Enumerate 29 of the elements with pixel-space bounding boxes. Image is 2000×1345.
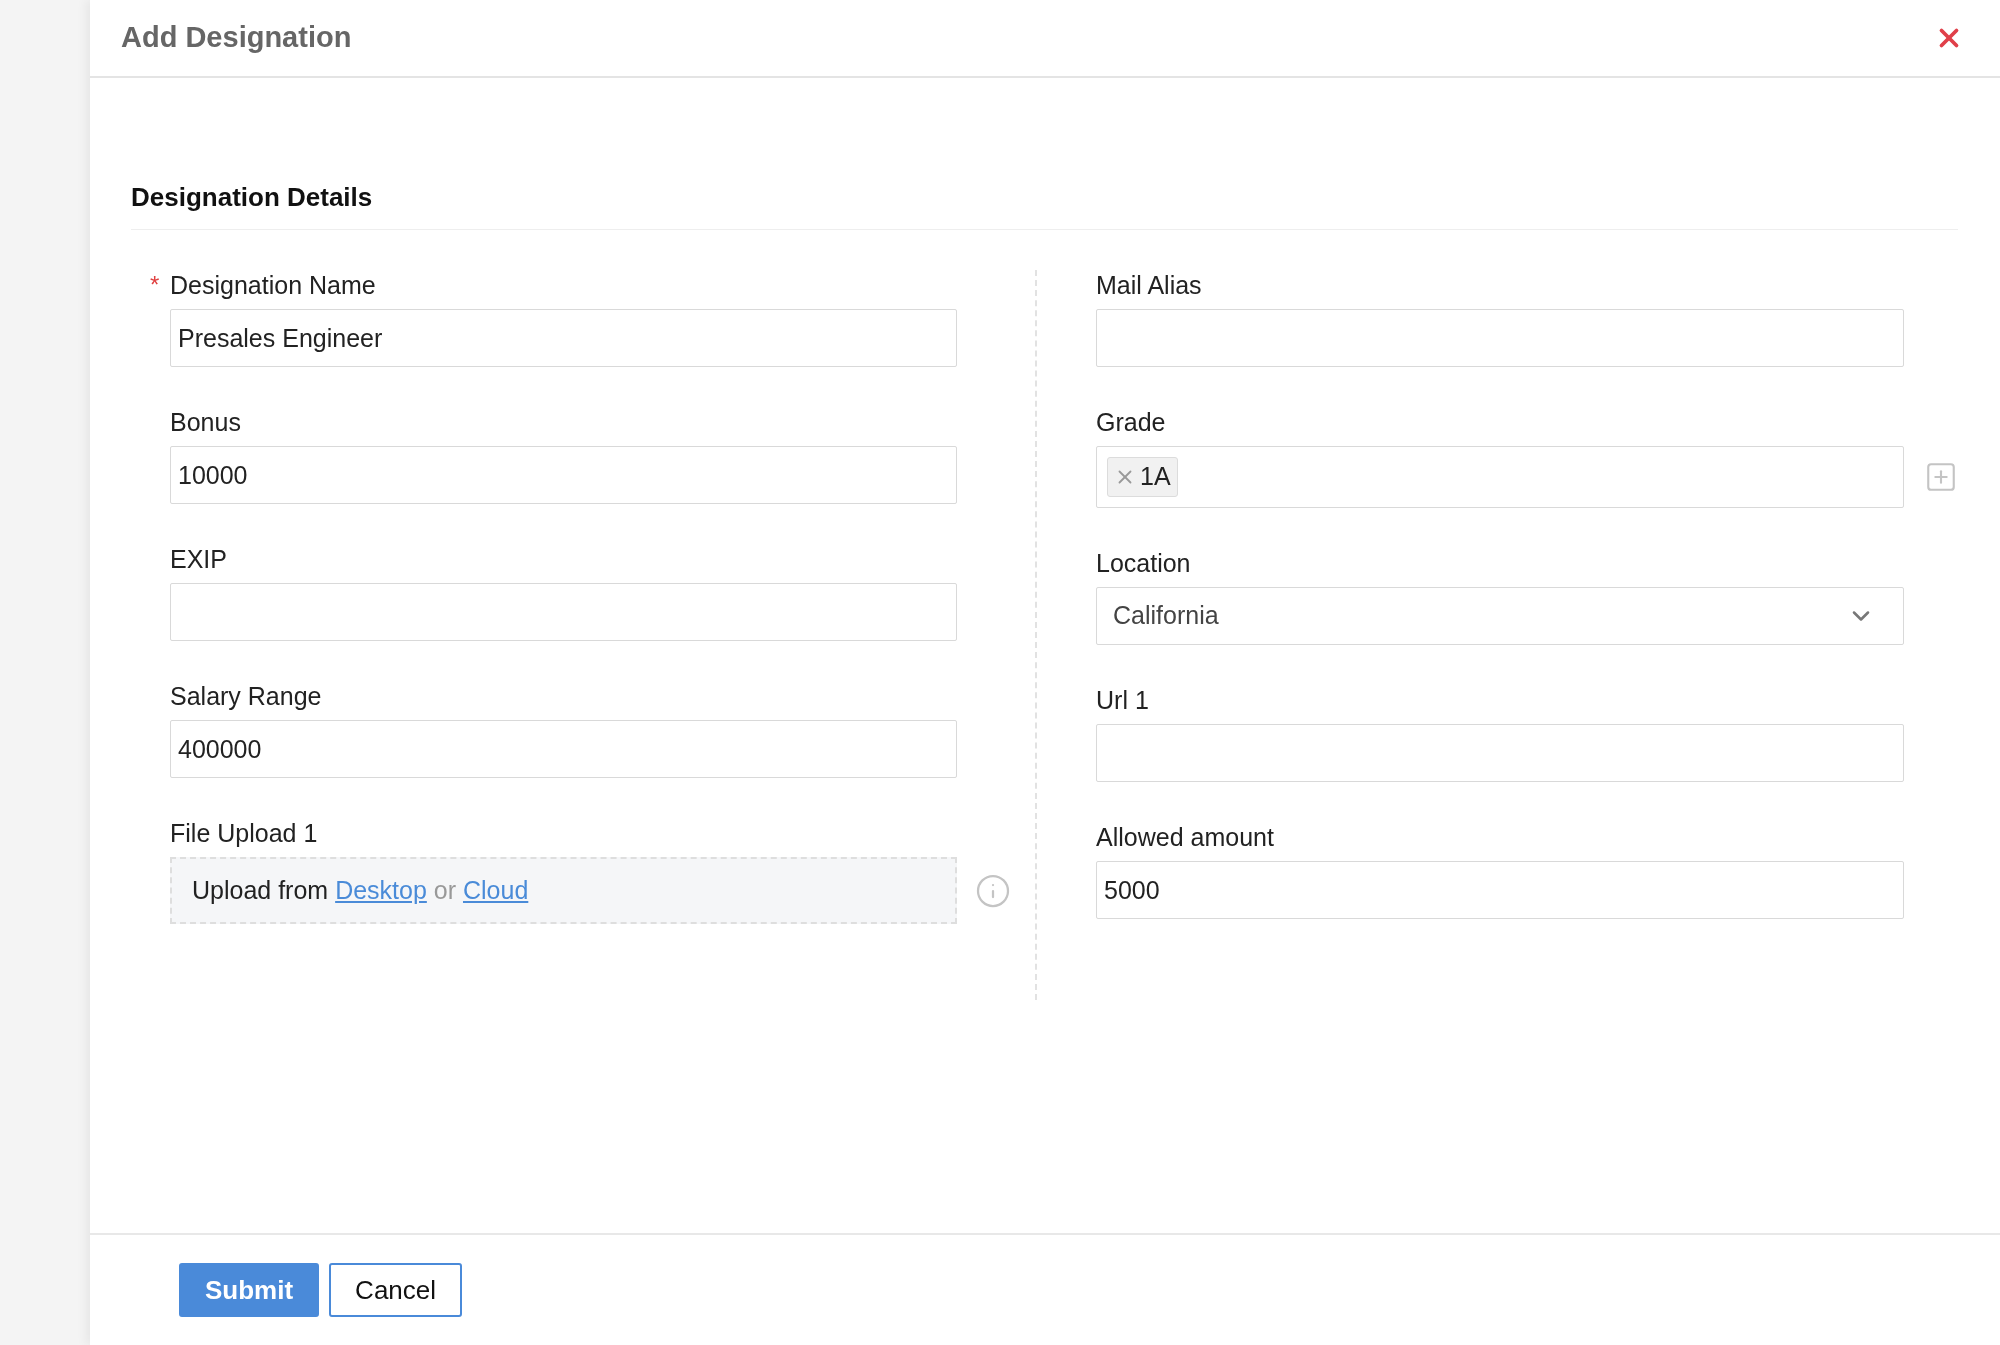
tag-field[interactable]: 1A [1096,446,1904,508]
text-field[interactable]: 5000 [1096,861,1904,919]
field-label: Salary Range [170,682,322,710]
tag-text: 1A [1140,461,1171,493]
info-icon[interactable] [975,872,1011,909]
text-field[interactable]: 10000 [170,446,957,504]
field-label: Designation Name [170,271,376,299]
upload-prompt: Upload from Desktop or Cloud [192,874,529,906]
section-title: Designation Details [131,182,373,212]
field-label: Location [1096,549,1191,577]
field-label: Bonus [170,408,241,436]
field-label: Grade [1096,408,1166,436]
field-label: Url 1 [1096,686,1149,714]
text-field[interactable] [1096,724,1904,782]
field-label: Allowed amount [1096,823,1274,851]
field-label: Mail Alias [1096,271,1202,299]
select-value: California [1113,600,1219,632]
text-field[interactable] [170,583,957,641]
select-field[interactable]: California [1096,587,1904,645]
submit-button[interactable]: Submit [179,1263,320,1317]
dialog-title: Add Designation [121,20,352,56]
cancel-button[interactable]: Cancel [329,1263,463,1317]
text-field[interactable]: 400000 [170,720,957,778]
field-label: File Upload 1 [170,819,318,847]
required-mark: * [150,270,160,300]
text-field[interactable] [1096,309,1904,367]
field-label: EXIP [170,545,227,573]
add-icon[interactable] [1924,460,1958,494]
text-field[interactable]: Presales Engineer [170,309,957,367]
